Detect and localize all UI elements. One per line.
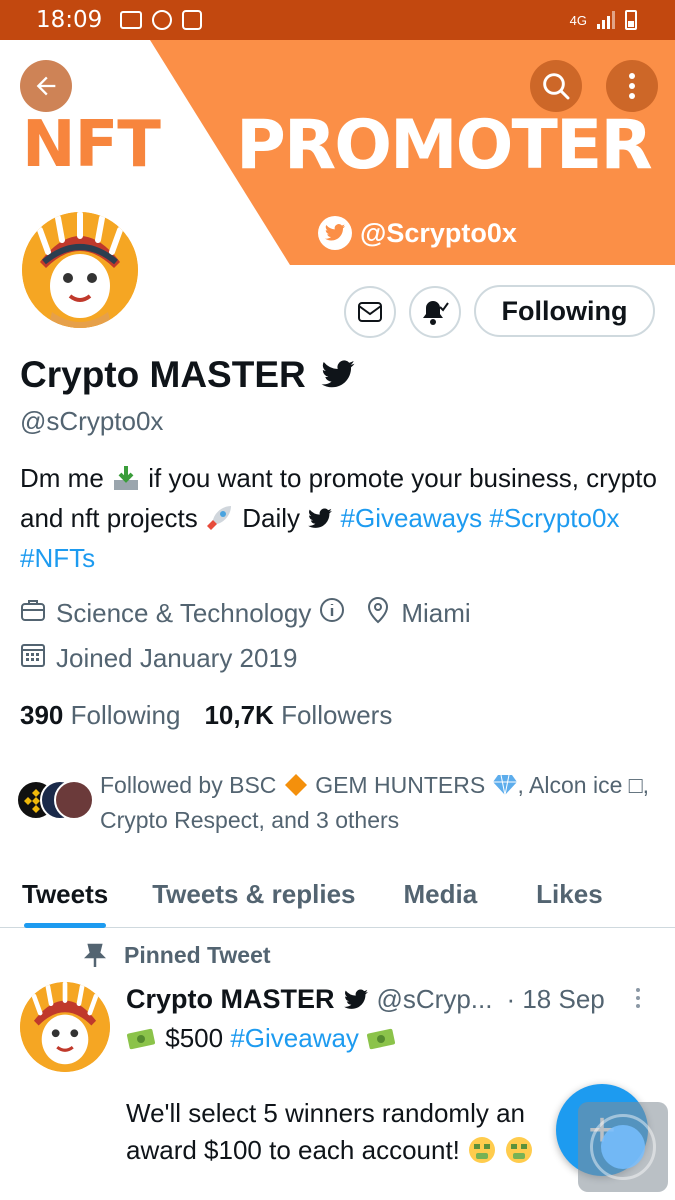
banner-handle: @Scrypto0x — [318, 216, 517, 250]
briefcase-icon — [20, 598, 46, 629]
tweet-line-3-text: award $100 to each account! — [126, 1135, 460, 1165]
search-icon — [543, 73, 570, 100]
status-right: 4G — [570, 10, 637, 30]
following-stat[interactable]: 390 Following — [20, 700, 180, 731]
tweet-header: Crypto MASTER @sCryp... · 18 Sep — [126, 984, 605, 1015]
profile-category-row: Science & Technology Miami — [20, 596, 471, 631]
profile-bio: Dm me if you want to promote your busine… — [20, 458, 660, 578]
tab-media[interactable]: Media — [403, 860, 477, 928]
profile-stats: 390 Following 10,7K Followers — [20, 700, 392, 731]
twitter-bird-icon — [343, 988, 368, 1009]
hashtag-scrypto-link[interactable]: #Scrypto0x — [489, 503, 619, 533]
more-vertical-icon — [629, 73, 635, 99]
followed-by-text[interactable]: Followed by BSC GEM HUNTERS , Alcon ice … — [100, 768, 660, 838]
following-label: Following — [70, 700, 181, 730]
banner-handle-text: @Scrypto0x — [360, 217, 517, 248]
screen-recorder-overlay[interactable] — [578, 1102, 668, 1192]
arrow-left-icon — [36, 76, 56, 96]
network-type: 4G — [569, 12, 587, 28]
money-mouth-face-icon — [469, 1137, 496, 1163]
message-button[interactable] — [344, 286, 396, 338]
tab-label: Likes — [536, 878, 603, 909]
following-button[interactable]: Following — [474, 285, 655, 337]
circle-notification-icon — [152, 10, 173, 30]
banner-nft-text: NFT — [22, 108, 161, 182]
envelope-icon — [358, 302, 382, 322]
hashtag-giveaway-link[interactable]: #Giveaway — [230, 1023, 359, 1053]
bio-text-1: Dm me — [20, 463, 104, 493]
inbox-download-emoji-icon — [111, 463, 141, 491]
display-name: Crypto MASTER — [20, 354, 356, 396]
profile-joined: Joined January 2019 — [56, 643, 298, 673]
twitter-bird-icon — [321, 360, 355, 388]
followed-by-prefix: Followed by BSC — [100, 772, 277, 798]
profile-joined-row: Joined January 2019 — [20, 642, 297, 675]
info-icon[interactable] — [319, 597, 345, 630]
followed-by-avatars[interactable] — [16, 780, 96, 822]
bio-text-3: Daily — [242, 503, 301, 533]
calendar-icon — [20, 642, 46, 675]
tweet-date: · 18 Sep — [506, 984, 605, 1014]
hashtag-giveaways-link[interactable]: #Giveaways — [341, 503, 483, 533]
tweet-line-1: $500 #Giveaway — [126, 1019, 398, 1057]
tweet-amount: $500 — [165, 1023, 224, 1053]
avatar-image — [22, 212, 138, 328]
money-mouth-face-icon — [506, 1137, 533, 1163]
tweet-more-icon[interactable] — [636, 988, 640, 1008]
profile-location: Miami — [401, 598, 471, 628]
tab-tweets[interactable]: Tweets — [22, 860, 108, 928]
tweet-author-name[interactable]: Crypto MASTER — [126, 984, 335, 1015]
profile-avatar[interactable] — [16, 206, 144, 334]
twitter-bird-icon — [308, 508, 333, 528]
hashtag-nfts-link[interactable]: #NFTs — [20, 543, 95, 573]
notifications-button[interactable] — [409, 286, 461, 338]
location-pin-icon — [365, 596, 391, 631]
twitter-bird-icon — [318, 216, 352, 250]
tweet-author-avatar[interactable] — [20, 982, 110, 1072]
tab-label: Tweets & replies — [152, 878, 356, 909]
banner-promoter-text: PROMOTER — [236, 106, 653, 185]
wifi-notification-icon — [182, 10, 203, 30]
pinned-tweet-label: Pinned Tweet — [84, 942, 271, 969]
followers-label: Followers — [281, 700, 393, 730]
username: @sCrypto0x — [20, 406, 164, 436]
recorder-dot-icon — [601, 1125, 645, 1169]
followers-count: 10,7K — [204, 700, 274, 730]
more-options-button[interactable] — [606, 60, 658, 112]
status-time: 18:09 — [36, 7, 103, 33]
pinned-label-text: Pinned Tweet — [124, 942, 271, 968]
display-name-text: Crypto MASTER — [20, 354, 306, 395]
tab-label: Media — [403, 878, 478, 909]
tab-label: Tweets — [22, 878, 109, 909]
followers-stat[interactable]: 10,7K Followers — [204, 700, 392, 731]
orange-diamond-icon — [284, 774, 307, 796]
gem-icon — [492, 774, 517, 796]
tweet-line-3: award $100 to each account! — [126, 1131, 534, 1169]
followed-by-name: GEM HUNTERS — [315, 772, 486, 798]
bell-check-icon — [423, 301, 449, 325]
follower-avatar — [54, 780, 94, 820]
tab-tweets-replies[interactable]: Tweets & replies — [152, 860, 355, 928]
tweet-author-handle: @sCryp... — [376, 984, 493, 1014]
signal-icon — [597, 11, 615, 29]
profile-tabs: Tweets Tweets & replies Media Likes — [0, 860, 675, 928]
following-count: 390 — [20, 700, 64, 730]
tweet-line-2: We'll select 5 winners randomly an — [126, 1098, 525, 1128]
back-button[interactable] — [20, 60, 72, 112]
gallery-notification-icon — [120, 11, 143, 29]
status-bar: 18:09 4G — [0, 0, 675, 40]
profile-category: Science & Technology — [56, 598, 312, 628]
tab-likes[interactable]: Likes — [536, 860, 603, 928]
rocket-emoji-icon — [205, 503, 235, 531]
pin-icon — [84, 943, 106, 967]
money-bill-icon — [126, 1028, 156, 1050]
money-bill-icon — [367, 1028, 396, 1050]
battery-icon — [625, 10, 637, 30]
recorder-ring — [590, 1114, 656, 1180]
search-button[interactable] — [530, 60, 582, 112]
